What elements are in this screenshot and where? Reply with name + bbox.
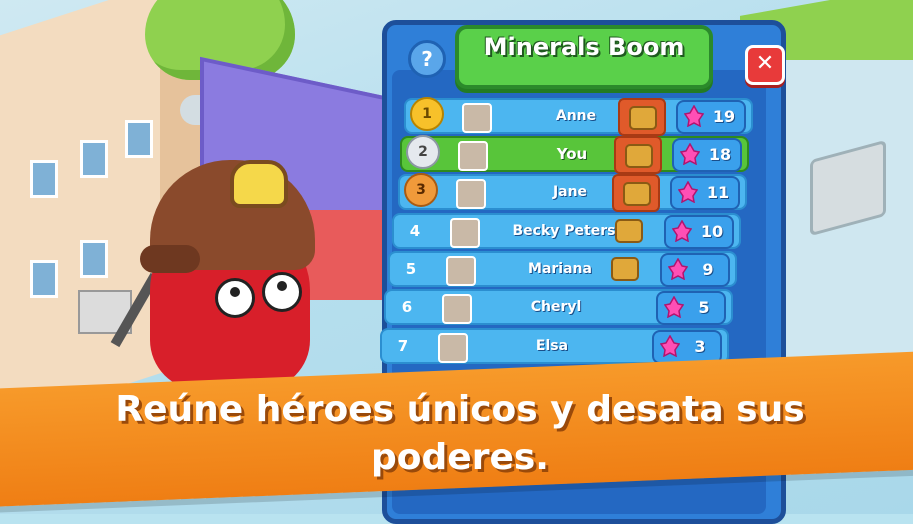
helmet-lamp-icon <box>230 160 288 208</box>
score-value: 11 <box>706 183 730 202</box>
score-box: 5 <box>656 291 726 325</box>
caption-text: Reúne héroes únicos y desata sus poderes… <box>115 389 805 478</box>
apartment-building <box>0 0 176 432</box>
leaderboard-row[interactable]: 5 Mariana 9 <box>388 251 737 287</box>
reward-slot <box>618 98 666 136</box>
bronze-medal-icon: 3 <box>404 173 438 207</box>
reward-slot <box>606 213 650 247</box>
score-box: 19 <box>676 100 746 134</box>
treasure-chest-icon <box>615 219 643 243</box>
hero-eye <box>215 278 255 318</box>
avatar <box>442 294 472 324</box>
score-value: 3 <box>694 337 706 356</box>
leaderboard-row[interactable]: 3 Jane 11 <box>398 173 747 212</box>
crystal-gem-icon <box>664 296 684 318</box>
score-value: 10 <box>700 222 724 241</box>
score-value: 5 <box>698 298 710 317</box>
crystal-gem-icon <box>678 181 698 203</box>
treasure-chest-icon <box>623 182 651 206</box>
crystal-gem-icon <box>684 105 704 127</box>
avatar <box>462 103 492 133</box>
rank-number: 7 <box>397 337 409 355</box>
treasure-chest-icon <box>625 144 653 168</box>
reward-slot <box>612 174 660 212</box>
score-box: 10 <box>664 215 734 249</box>
helmet-brim <box>140 245 200 273</box>
avatar <box>446 256 476 286</box>
avatar <box>450 218 480 248</box>
crystal-gem-icon <box>668 258 688 280</box>
score-value: 9 <box>702 260 714 279</box>
leaderboard-row[interactable]: 2 You 18 <box>400 135 749 174</box>
reward-slot <box>602 251 646 285</box>
silver-medal-icon: 2 <box>406 135 440 169</box>
crystal-gem-icon <box>680 143 700 165</box>
building-window <box>30 260 58 298</box>
treasure-chest-icon <box>611 257 639 281</box>
gold-medal-icon: 1 <box>410 97 444 131</box>
score-value: 19 <box>712 107 736 126</box>
leaderboard-row[interactable]: 1 Anne 19 <box>404 97 753 136</box>
hero-eye <box>262 272 302 312</box>
leaderboard-row[interactable]: 4 Becky Peters 10 <box>392 213 741 249</box>
score-value: 18 <box>708 145 732 164</box>
player-name: Elsa <box>535 338 569 354</box>
score-box: 18 <box>672 138 742 172</box>
help-button[interactable]: ? <box>408 40 446 78</box>
building-window <box>80 140 108 178</box>
avatar <box>458 141 488 171</box>
rank-number: 6 <box>401 298 413 316</box>
score-box: 11 <box>670 176 740 210</box>
close-button[interactable]: ✕ <box>745 45 785 85</box>
avatar <box>456 179 486 209</box>
score-box: 9 <box>660 253 730 287</box>
rank-number: 5 <box>405 260 417 278</box>
crystal-gem-icon <box>660 335 680 357</box>
building-window <box>125 120 153 158</box>
player-name: Cheryl <box>530 299 582 315</box>
treasure-chest-icon <box>629 106 657 130</box>
page-title: Minerals Boom <box>483 33 685 61</box>
leaderboard-row[interactable]: 6 Cheryl 5 <box>384 289 733 325</box>
leaderboard-row[interactable]: 7 Elsa 3 <box>380 328 729 364</box>
avatar <box>438 333 468 363</box>
crystal-gem-icon <box>672 220 692 242</box>
building-window <box>80 240 108 278</box>
rank-number: 4 <box>409 222 421 240</box>
building-window <box>30 160 58 198</box>
reward-slot <box>614 136 662 174</box>
